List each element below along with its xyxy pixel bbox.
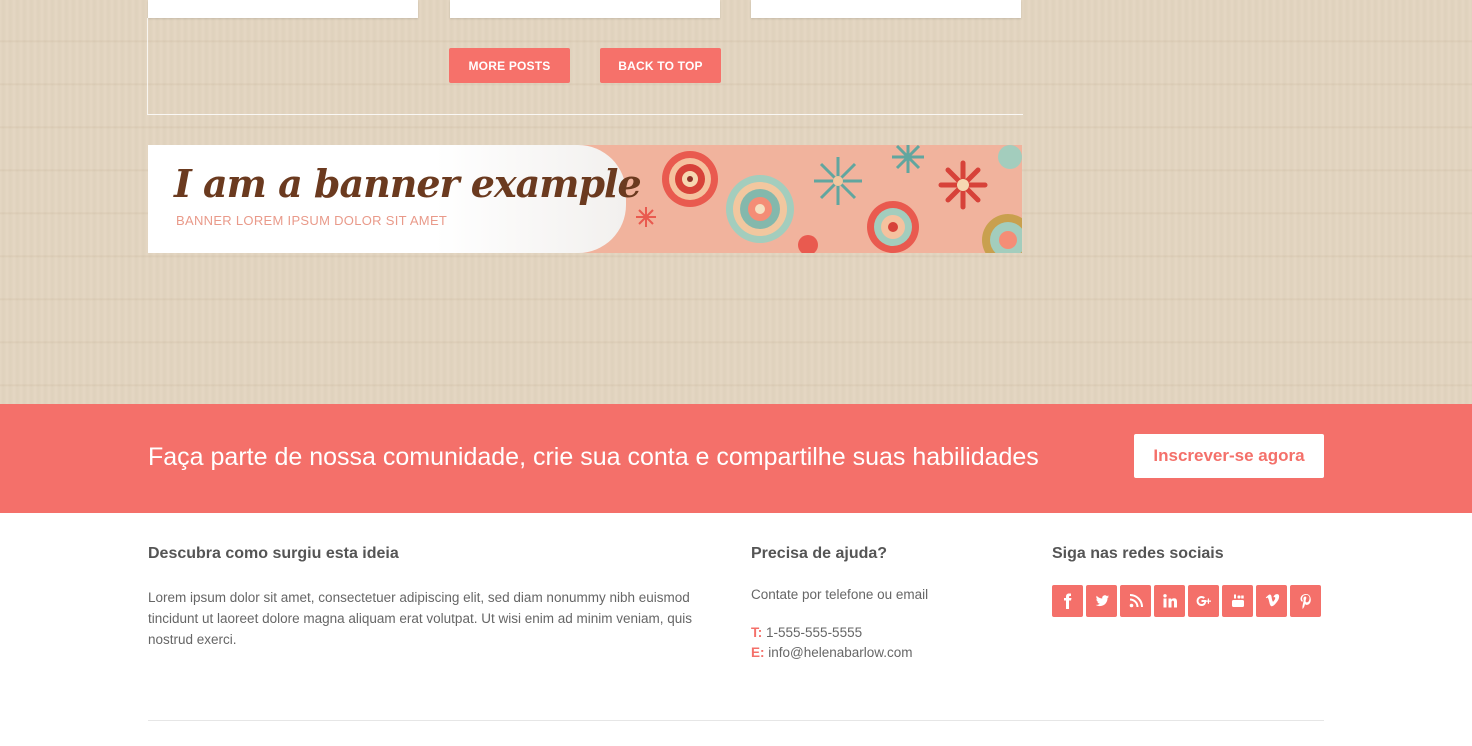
footer-about-title: Descubra como surgiu esta ideia xyxy=(148,545,399,562)
contact-intro: Contate por telefone ou email xyxy=(751,587,929,602)
email-label: E: xyxy=(751,645,765,660)
footer-about: Descubra como surgiu esta ideia Lorem ip… xyxy=(148,545,723,650)
rss-icon[interactable] xyxy=(1120,585,1151,617)
more-posts-button[interactable]: MORE POSTS xyxy=(449,48,570,83)
footer-social-title: Siga nas redes sociais xyxy=(1052,545,1224,562)
banner[interactable]: I am a banner example BANNER LOREM IPSUM… xyxy=(148,145,1022,253)
pinterest-icon[interactable] xyxy=(1290,585,1321,617)
footer-about-text: Lorem ipsum dolor sit amet, consectetuer… xyxy=(148,590,693,647)
footer-social: Siga nas redes sociais xyxy=(1052,545,1332,617)
google-plus-icon[interactable] xyxy=(1188,585,1219,617)
social-icons xyxy=(1052,585,1332,617)
signup-cta: Faça parte de nossa comunidade, crie sua… xyxy=(0,404,1472,513)
cta-text: Faça parte de nossa comunidade, crie sua… xyxy=(148,443,1039,471)
banner-subtitle: BANNER LOREM IPSUM DOLOR SIT AMET xyxy=(176,213,448,228)
posts-container xyxy=(147,18,1023,115)
post-card[interactable] xyxy=(751,0,1021,18)
footer-help-title: Precisa de ajuda? xyxy=(751,545,888,562)
twitter-icon[interactable] xyxy=(1086,585,1117,617)
post-card[interactable] xyxy=(450,0,720,18)
phone-number[interactable]: 1-555-555-5555 xyxy=(766,625,862,640)
banner-title: I am a banner example xyxy=(174,161,642,206)
post-card[interactable] xyxy=(148,0,418,18)
wood-background: MORE POSTS BACK TO TOP I am a banner exa… xyxy=(0,0,1472,404)
vimeo-icon[interactable] xyxy=(1256,585,1287,617)
back-to-top-button[interactable]: BACK TO TOP xyxy=(600,48,721,83)
facebook-icon[interactable] xyxy=(1052,585,1083,617)
footer-help: Precisa de ajuda? Contate por telefone o… xyxy=(751,545,1031,663)
linkedin-icon[interactable] xyxy=(1154,585,1185,617)
footer-divider xyxy=(148,720,1324,721)
banner-label-panel: I am a banner example BANNER LOREM IPSUM… xyxy=(148,145,642,253)
youtube-icon[interactable] xyxy=(1222,585,1253,617)
contact-phone[interactable]: T: 1-555-555-5555 xyxy=(751,623,1031,643)
contact-email[interactable]: E: info@helenabarlow.com xyxy=(751,643,1031,663)
email-address[interactable]: info@helenabarlow.com xyxy=(768,645,912,660)
phone-label: T: xyxy=(751,625,763,640)
signup-button[interactable]: Inscrever-se agora xyxy=(1134,434,1324,478)
